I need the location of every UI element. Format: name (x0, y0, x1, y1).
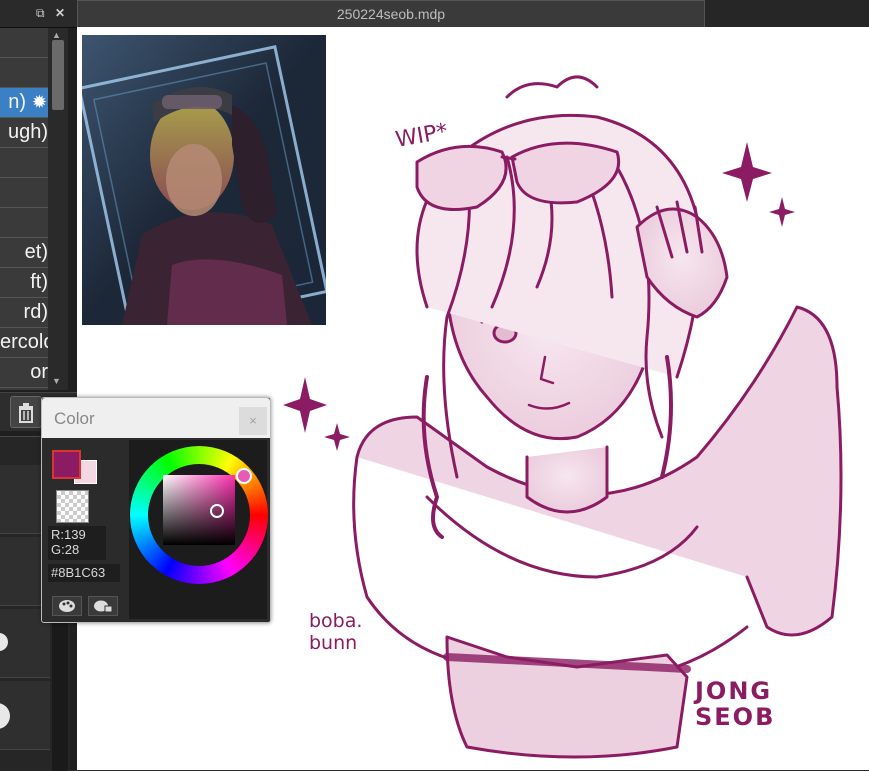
brush-item[interactable] (0, 178, 48, 208)
brush-panel: ⧉ ✕ n) ✹ ugh) et) ft) rd) ercolo or ▲ ▼ (0, 0, 77, 771)
hex-value: #8B1C63 (51, 565, 106, 580)
palette-picker-button[interactable] (88, 596, 118, 616)
hex-field[interactable]: #8B1C63 (48, 564, 120, 582)
brush-item[interactable]: ercolo (0, 328, 48, 358)
sv-handle[interactable] (210, 504, 224, 518)
delete-brush-button[interactable] (10, 396, 42, 428)
brush-item[interactable]: ft) (0, 268, 48, 298)
wip-text: WIP* (394, 119, 450, 153)
trash-icon (19, 403, 33, 423)
red-value: R:139 (51, 527, 86, 542)
document-tab-bar: 250224seob.mdp (77, 0, 869, 27)
color-window: Color × R:139 G:28 #8B1C63 (41, 397, 271, 623)
main-color-swatch[interactable] (52, 450, 81, 479)
signature-line2: bunn (309, 632, 357, 654)
hue-handle[interactable] (236, 468, 252, 484)
panel-header: ⧉ ✕ (0, 0, 77, 28)
scroll-up-icon[interactable]: ▲ (52, 30, 61, 40)
palette-button[interactable] (52, 596, 82, 616)
round-button[interactable] (0, 633, 8, 651)
signature-line1: boba. (309, 610, 362, 632)
document-tab[interactable]: 250224seob.mdp (77, 0, 705, 27)
brush-item[interactable]: rd) (0, 298, 48, 328)
color-wheel-area (129, 440, 268, 619)
saturation-value-square[interactable] (163, 475, 235, 545)
green-value: G:28 (51, 542, 80, 557)
close-icon[interactable]: × (239, 407, 267, 435)
brush-item[interactable]: ugh) (0, 118, 48, 148)
artwork-sketch: WIP* boba. bunn JONG SEOB (283, 75, 843, 759)
scroll-down-icon[interactable]: ▼ (52, 376, 61, 386)
brush-item-selected[interactable]: n) ✹ (0, 88, 48, 118)
color-window-titlebar[interactable]: Color × (42, 398, 270, 438)
panel-slot[interactable] (0, 681, 50, 750)
palette-picker-icon (94, 600, 113, 613)
gear-icon[interactable]: ✹ (32, 88, 47, 117)
brush-item[interactable]: et) (0, 238, 48, 268)
brush-item[interactable] (0, 208, 48, 238)
name-line2: SEOB (695, 703, 775, 731)
popout-icon[interactable]: ⧉ (36, 6, 45, 20)
color-window-title: Color (54, 409, 95, 428)
brush-list: n) ✹ ugh) et) ft) rd) ercolo or (0, 28, 48, 390)
brush-item[interactable] (0, 28, 48, 58)
round-button[interactable] (0, 703, 10, 729)
rgb-readout: R:139 G:28 (48, 526, 106, 560)
palette-icon (59, 600, 75, 612)
brush-list-scrollbar[interactable]: ▲ ▼ (48, 28, 68, 390)
close-icon[interactable]: ✕ (55, 6, 65, 20)
scroll-thumb[interactable] (52, 40, 64, 110)
brush-item[interactable] (0, 58, 48, 88)
name-line1: JONG (693, 677, 772, 705)
brush-item[interactable]: or (0, 358, 48, 388)
transparent-color-swatch[interactable] (56, 490, 89, 523)
brush-item[interactable] (0, 148, 48, 178)
